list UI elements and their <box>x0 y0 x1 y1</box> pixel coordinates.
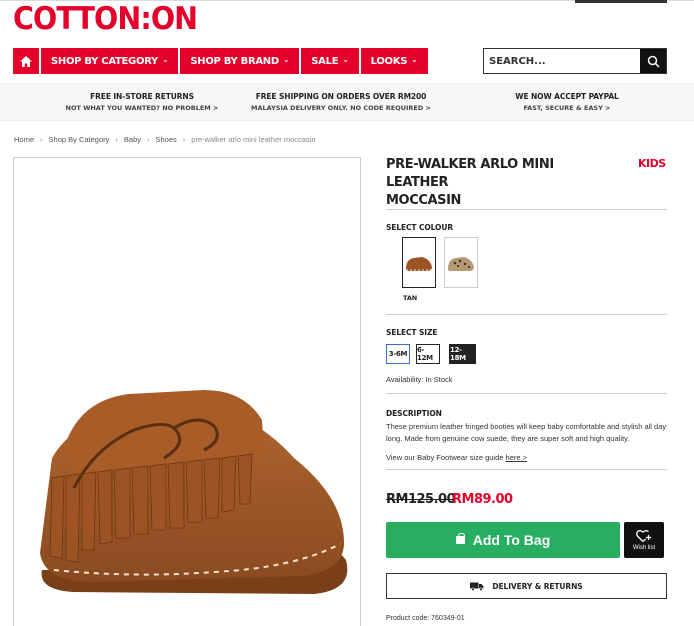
sale-price: RM89.00 <box>452 492 513 507</box>
divider <box>386 393 667 394</box>
nav-label: LOOKS <box>370 55 408 67</box>
divider <box>386 314 667 315</box>
select-size-label: SELECT SIZE <box>386 328 438 337</box>
product-title: PRE-WALKER ARLO MINI LEATHER MOCCASIN <box>386 156 606 210</box>
promo-title: FREE IN-STORE RETURNS <box>90 92 194 101</box>
chevron-down-icon: ⌄ <box>161 54 169 64</box>
breadcrumb-home[interactable]: Home <box>14 135 34 144</box>
promo-strip: FREE IN-STORE RETURNS NOT WHAT YOU WANTE… <box>0 83 694 121</box>
delivery-label: DELIVERY & RETURNS <box>492 581 583 591</box>
wishlist-label: Wish list <box>632 545 656 551</box>
nav-label: SHOP BY BRAND <box>190 55 279 67</box>
promo-shipping[interactable]: FREE SHIPPING ON ORDERS OVER RM200 MALAY… <box>241 92 441 112</box>
breadcrumb-current: pre-walker arlo mini leather moccasin <box>191 135 316 144</box>
nav-shop-by-category[interactable]: SHOP BY CATEGORY ⌄ <box>41 48 179 74</box>
chevron-right-icon: › <box>147 135 150 144</box>
breadcrumb-baby[interactable]: Baby <box>124 135 141 144</box>
promo-paypal[interactable]: WE NOW ACCEPT PAYPAL FAST, SECURE & EASY… <box>467 92 667 112</box>
size-option-6-12m[interactable]: 6-12M <box>416 344 440 364</box>
chevron-down-icon: ⌄ <box>342 54 349 64</box>
description-label: DESCRIPTION <box>386 409 442 418</box>
size-guide: View our Baby Footwear size guide here > <box>386 452 527 464</box>
bag-icon <box>455 533 465 544</box>
original-price: RM125.00 <box>386 492 456 507</box>
chevron-right-icon: › <box>182 135 186 144</box>
select-colour-label: SELECT COLOUR <box>386 223 453 232</box>
divider <box>386 469 667 470</box>
divider <box>386 209 667 210</box>
size-option-12-18m[interactable]: 12-18M <box>449 344 476 364</box>
product-title-line1: PRE-WALKER ARLO MINI LEATHER <box>386 157 554 190</box>
nav-looks[interactable]: LOOKS ⌄ <box>360 48 428 74</box>
promo-title: FREE SHIPPING ON ORDERS OVER RM200 <box>255 92 427 101</box>
main-nav: SHOP BY CATEGORY ⌄ SHOP BY BRAND ⌄ SALE ⌄ L… <box>13 48 428 74</box>
promo-subtitle: NOT WHAT YOU WANTED? NO PROBLEM > <box>65 104 219 112</box>
add-to-bag-label: Add To Bag <box>472 532 551 548</box>
promo-title: WE NOW ACCEPT PAYPAL <box>515 92 619 101</box>
wishlist-button[interactable]: Wish list <box>624 522 664 558</box>
selected-colour-name: TAN <box>403 294 418 302</box>
moccasin-image <box>40 390 348 594</box>
home-icon <box>20 55 32 67</box>
heart-plus-icon <box>636 530 651 542</box>
promo-subtitle: FAST, SECURE & EASY > <box>523 104 611 112</box>
colour-swatch-leopard[interactable] <box>444 237 478 288</box>
nav-sale[interactable]: SALE ⌄ <box>301 48 359 74</box>
search-icon <box>647 55 660 68</box>
truck-icon <box>470 582 484 591</box>
leopard-shoe-thumb <box>448 256 474 271</box>
product-image[interactable] <box>13 157 361 626</box>
description-text: These premium leather fringed booties wi… <box>386 422 667 443</box>
search-button[interactable] <box>640 49 666 73</box>
tan-shoe-thumb <box>406 256 432 271</box>
search-input[interactable] <box>484 49 640 73</box>
kids-badge: KIDS <box>638 157 666 170</box>
size-guide-text: View our Baby Footwear size guide <box>386 453 504 462</box>
promo-returns[interactable]: FREE IN-STORE RETURNS NOT WHAT YOU WANTE… <box>42 92 242 112</box>
chevron-down-icon: ⌄ <box>282 54 290 64</box>
nav-label: SALE <box>311 55 339 67</box>
promo-subtitle: MALAYSIA DELIVERY ONLY. NO CODE REQUIRED… <box>251 104 431 112</box>
colour-swatch-tan[interactable] <box>402 237 436 288</box>
breadcrumb-shoes[interactable]: Shoes <box>156 135 177 144</box>
chevron-right-icon: › <box>40 135 43 144</box>
delivery-returns-button[interactable]: DELIVERY & RETURNS <box>386 573 667 599</box>
size-guide-link[interactable]: here > <box>506 453 527 462</box>
product-code: Product code: 760349-01 <box>386 615 465 622</box>
add-to-bag-button[interactable]: Add To Bag <box>386 522 620 558</box>
nav-shop-by-brand[interactable]: SHOP BY BRAND ⌄ <box>180 48 300 74</box>
home-button[interactable] <box>13 48 39 74</box>
search-bar <box>483 48 667 74</box>
product-title-line2: MOCCASIN <box>386 193 462 208</box>
breadcrumb-category[interactable]: Shop By Category <box>49 135 110 144</box>
chevron-right-icon: › <box>115 135 118 144</box>
size-option-3-6m[interactable]: 3-6M <box>386 344 410 364</box>
nav-label: SHOP BY CATEGORY <box>51 55 158 67</box>
availability: Availability: In Stock <box>386 375 453 384</box>
breadcrumb: Home › Shop By Category › Baby › Shoes › pre… <box>14 135 316 144</box>
chevron-down-icon: ⌄ <box>411 54 418 64</box>
site-logo[interactable]: COTTON:ON <box>13 1 198 37</box>
top-account-bar <box>575 0 667 3</box>
